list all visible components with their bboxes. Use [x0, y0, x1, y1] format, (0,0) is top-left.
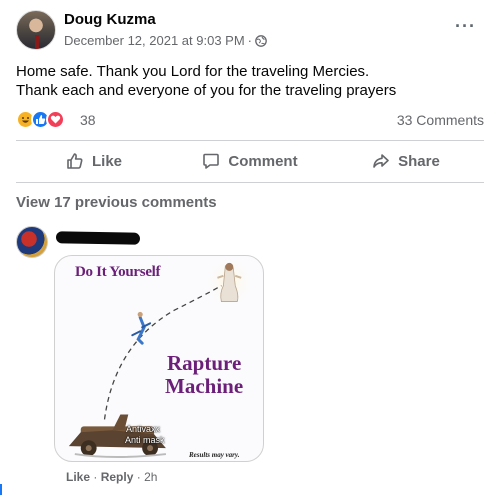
reactions-bar: 38 33 Comments: [16, 108, 484, 132]
meme-heading-line-1: Rapture: [167, 351, 242, 375]
meme-label-line-2: Anti mask: [125, 435, 165, 445]
author-avatar[interactable]: [16, 10, 56, 50]
comment-actions-dot-2: ·: [136, 470, 141, 484]
comment-like-link[interactable]: Like: [66, 470, 90, 484]
thumbs-up-icon: [67, 153, 83, 169]
reaction-count[interactable]: 38: [80, 112, 96, 128]
comment-button[interactable]: Comment: [172, 144, 328, 178]
meme-label-line-1: Antivaxx: [126, 424, 161, 434]
view-previous-comments-link[interactable]: View 17 previous comments: [16, 194, 217, 211]
meme-footnote: Results may vary.: [189, 451, 240, 459]
globe-icon: [255, 34, 267, 47]
post-timestamp[interactable]: December 12, 2021 at 9:03 PM: [64, 33, 245, 48]
comment-bubble-icon: [203, 153, 220, 169]
post-text-line-1: Home safe. Thank you Lord for the travel…: [16, 63, 370, 80]
meme-heading-line-2: Machine: [165, 374, 244, 398]
comment-actions: Like · Reply · 2h: [66, 470, 157, 484]
commenter-avatar[interactable]: [16, 226, 48, 258]
post-text-line-2: Thank each and everyone of you for the t…: [16, 82, 397, 99]
comment-age[interactable]: 2h: [144, 470, 157, 484]
love-icon: [46, 110, 65, 129]
share-button[interactable]: Share: [328, 144, 484, 178]
share-label: Share: [398, 152, 440, 170]
meta-separator: ·: [247, 33, 253, 48]
comment-reply-link[interactable]: Reply: [101, 470, 134, 484]
comment-count[interactable]: 33 Comments: [397, 112, 484, 128]
post-actions: Like Comment Share: [16, 144, 484, 178]
reaction-icons[interactable]: [16, 110, 65, 129]
author-name[interactable]: Doug Kuzma: [64, 11, 156, 28]
meme-title: Do It Yourself: [75, 264, 161, 280]
like-button[interactable]: Like: [16, 144, 172, 178]
post-header: Doug Kuzma December 12, 2021 at 9:03 PM …: [16, 10, 486, 54]
divider-top: [16, 140, 484, 141]
comment-actions-dot-1: ·: [93, 470, 98, 484]
comment-image[interactable]: Do It Yourself Rapture Machine Antivaxx …: [54, 255, 264, 462]
share-arrow-icon: [373, 154, 389, 168]
like-label: Like: [91, 152, 122, 170]
post-meta: December 12, 2021 at 9:03 PM ·: [64, 33, 267, 48]
left-edge-indicator: [0, 484, 2, 495]
comment-label: Comment: [228, 152, 298, 170]
post-text: Home safe. Thank you Lord for the travel…: [16, 62, 486, 100]
redacted-commenter-name: [55, 231, 141, 245]
more-options-icon[interactable]: ···: [455, 16, 476, 37]
divider-bottom: [16, 182, 484, 183]
